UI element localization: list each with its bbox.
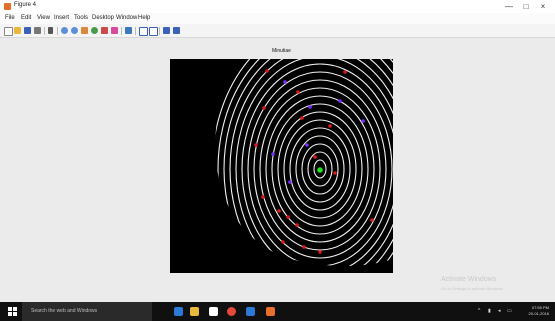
bifurcation-minutia-marker: [288, 180, 292, 184]
matlab-figure-icon: [4, 3, 11, 10]
menu-edit[interactable]: Edit: [21, 15, 31, 21]
ending-minutia-marker: [343, 70, 347, 74]
core-point-marker: [317, 167, 323, 173]
legend-icon[interactable]: [149, 27, 158, 36]
menu-tools[interactable]: Tools: [74, 15, 88, 21]
bifurcation-minutia-marker: [338, 99, 342, 103]
figure-window: Figure 4 — □ × File Edit View Insert Too…: [0, 0, 555, 302]
matlab-icon[interactable]: [266, 307, 275, 316]
ridge-lines: [215, 59, 393, 266]
fingerprint-image: [215, 59, 393, 266]
ending-minutia-marker: [281, 240, 285, 244]
menu-window[interactable]: Window: [116, 15, 137, 21]
mail-icon[interactable]: [246, 307, 255, 316]
menu-insert[interactable]: Insert: [54, 15, 69, 21]
brush-icon[interactable]: [111, 27, 118, 34]
figure-toolbar: [0, 24, 555, 38]
ending-minutia-marker: [262, 106, 266, 110]
bifurcation-minutia-marker: [308, 105, 312, 109]
watermark-line-1: Activate Windows: [441, 276, 497, 283]
maximize-button[interactable]: □: [518, 1, 534, 12]
watermark-line-2: Go to Settings to activate Windows.: [441, 286, 505, 291]
edit-plot-icon[interactable]: [48, 27, 53, 34]
zoom-out-icon[interactable]: [71, 27, 78, 34]
search-placeholder: Search the web and Windows: [31, 308, 98, 314]
tray-chevron-icon[interactable]: ^: [478, 308, 480, 314]
minimize-button[interactable]: —: [501, 1, 517, 12]
ending-minutia-marker: [313, 155, 317, 159]
save-icon[interactable]: [24, 27, 31, 34]
show-plot-tools-icon[interactable]: [173, 27, 180, 34]
ending-minutia-marker: [333, 171, 337, 175]
menu-file[interactable]: File: [5, 15, 15, 21]
menu-desktop[interactable]: Desktop: [92, 15, 114, 21]
rotate-3d-icon[interactable]: [91, 27, 98, 34]
menu-view[interactable]: View: [37, 15, 50, 21]
fingerprint-axes[interactable]: [170, 59, 393, 273]
print-icon[interactable]: [34, 27, 41, 34]
ending-minutia-marker: [254, 143, 258, 147]
bifurcation-minutia-marker: [271, 152, 275, 156]
notifications-icon[interactable]: ▭: [507, 308, 512, 314]
colorbar-icon[interactable]: [139, 27, 148, 36]
ending-minutia-marker: [300, 116, 304, 120]
menu-help[interactable]: Help: [138, 15, 150, 21]
menu-bar: File Edit View Insert Tools Desktop Wind…: [0, 13, 555, 24]
ending-minutia-marker: [318, 250, 322, 254]
new-figure-icon[interactable]: [4, 27, 13, 36]
activate-windows-watermark: Activate Windows Go to Settings to activ…: [441, 275, 504, 293]
ending-minutia-marker: [265, 69, 269, 73]
close-button[interactable]: ×: [535, 1, 551, 12]
ending-minutia-marker: [370, 218, 374, 222]
ending-minutia-marker: [261, 195, 265, 199]
ending-minutia-marker: [286, 215, 290, 219]
network-icon[interactable]: ▮: [488, 308, 491, 314]
edge-icon[interactable]: [174, 307, 183, 316]
zoom-in-icon[interactable]: [61, 27, 68, 34]
bifurcation-minutia-marker: [305, 143, 309, 147]
volume-icon[interactable]: ◂: [498, 308, 501, 314]
hide-plot-tools-icon[interactable]: [163, 27, 170, 34]
pan-icon[interactable]: [81, 27, 88, 34]
link-plot-icon[interactable]: [125, 27, 132, 34]
clock-date: 20-01-2016: [528, 311, 549, 316]
taskbar-clock[interactable]: 07:55 PM 20-01-2016: [529, 305, 549, 317]
bifurcation-minutia-marker: [361, 119, 365, 123]
data-cursor-icon[interactable]: [101, 27, 108, 34]
ending-minutia-marker: [302, 245, 306, 249]
ending-minutia-marker: [277, 209, 281, 213]
open-file-icon[interactable]: [14, 27, 21, 34]
taskbar-search-box[interactable]: Search the web and Windows: [22, 302, 152, 321]
windows-taskbar: Search the web and Windows ^ ▮ ◂ ▭ 07:55…: [0, 302, 555, 321]
file-explorer-icon[interactable]: [190, 307, 199, 316]
title-bar: Figure 4 — □ ×: [0, 0, 555, 13]
ending-minutia-marker: [296, 90, 300, 94]
store-icon[interactable]: [209, 307, 218, 316]
axes-title: Minutiae: [272, 48, 291, 54]
ending-minutia-marker: [295, 223, 299, 227]
start-button[interactable]: [8, 307, 17, 316]
ending-minutia-marker: [328, 124, 332, 128]
bifurcation-minutia-marker: [283, 80, 287, 84]
window-title: Figure 4: [14, 2, 37, 8]
chrome-icon[interactable]: [227, 307, 236, 316]
